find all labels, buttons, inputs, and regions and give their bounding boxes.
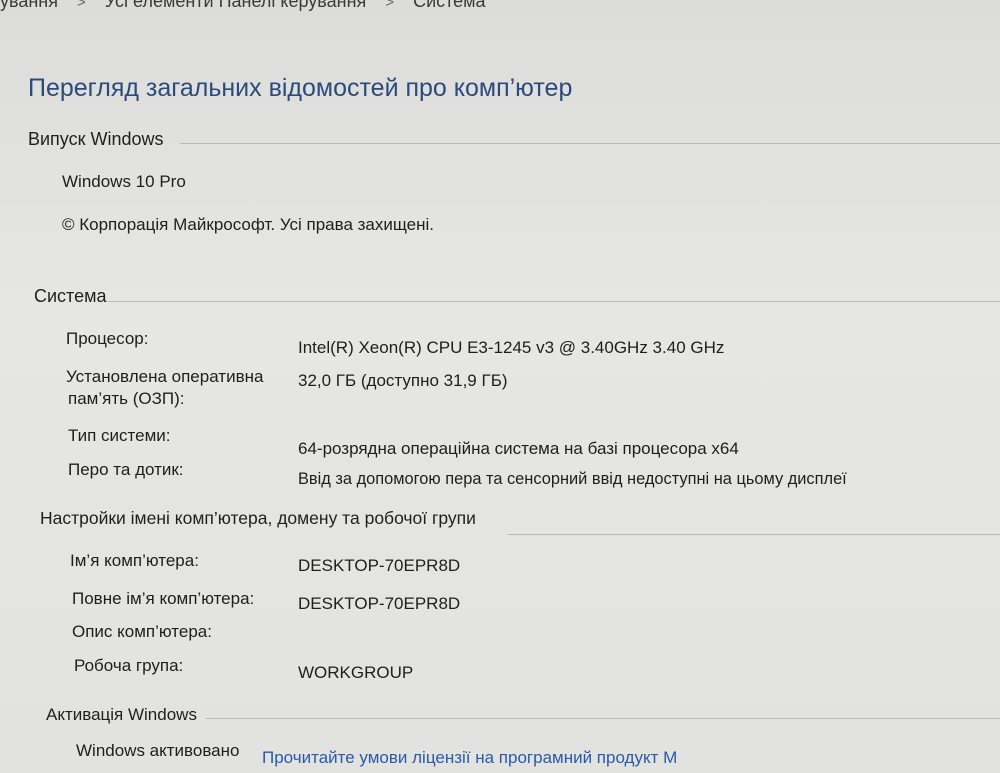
pen-touch-label: Перо та дотик: xyxy=(68,460,184,479)
computer-name-label: Ім’я комп’ютера: xyxy=(70,551,199,570)
computer-name-section: Настройки імені комп’ютера, домену та ро… xyxy=(40,508,476,529)
ram-label-line2: пам’ять (ОЗП): xyxy=(68,389,185,408)
breadcrumb-item-system[interactable]: Система xyxy=(413,0,486,12)
full-computer-name-value: DESKTOP-70EPR8D xyxy=(298,594,461,613)
windows-edition-heading: Випуск Windows xyxy=(28,129,164,149)
breadcrumb-item-all-control-panel-items[interactable]: Усі елементи Панелі керування xyxy=(105,0,366,12)
system-type-value: 64-розрядна операційна система на базі п… xyxy=(298,439,739,458)
section-divider xyxy=(180,143,1000,144)
computer-name-heading: Настройки імені комп’ютера, домену та ро… xyxy=(40,508,476,528)
section-divider xyxy=(206,718,1000,719)
activation-status: Windows активовано xyxy=(76,741,240,760)
section-divider xyxy=(108,301,1000,302)
activation-section: Активація Windows xyxy=(46,705,197,725)
computer-name-value: DESKTOP-70EPR8D xyxy=(298,556,461,575)
system-section: Система xyxy=(34,286,107,307)
workgroup-label: Робоча група: xyxy=(74,656,184,675)
windows-edition-value: Windows 10 Pro xyxy=(62,172,186,191)
breadcrumb-item-control-panel-root[interactable]: ування xyxy=(0,0,58,12)
system-type-label: Тип системи: xyxy=(68,426,171,445)
pen-touch-value: Ввід за допомогою пера та сенсорний ввід… xyxy=(298,470,847,488)
breadcrumb-separator-icon: > xyxy=(77,0,86,11)
ram-label-line1: Установлена оперативна xyxy=(66,367,264,386)
full-computer-name-label: Повне ім’я комп’ютера: xyxy=(72,589,255,608)
breadcrumb: ування > Усі елементи Панелі керування >… xyxy=(0,0,486,13)
section-divider xyxy=(508,534,1000,535)
license-terms-link[interactable]: Прочитайте умови ліцензії на програмний … xyxy=(262,748,677,768)
ram-value: 32,0 ГБ (доступно 31,9 ГБ) xyxy=(298,371,508,390)
computer-description-label: Опис комп’ютера: xyxy=(72,622,212,641)
processor-label: Процесор: xyxy=(66,329,149,348)
workgroup-value: WORKGROUP xyxy=(298,663,414,682)
page-title: Перегляд загальних відомостей про комп’ю… xyxy=(28,74,573,102)
system-heading: Система xyxy=(34,286,107,306)
breadcrumb-separator-icon: > xyxy=(385,0,395,11)
copyright-text: © Корпорація Майкрософт. Усі права захищ… xyxy=(62,215,435,234)
windows-edition-section: Випуск Windows xyxy=(28,129,164,150)
processor-value: Intel(R) Xeon(R) CPU E3-1245 v3 @ 3.40GH… xyxy=(298,338,725,357)
activation-heading: Активація Windows xyxy=(46,705,197,724)
